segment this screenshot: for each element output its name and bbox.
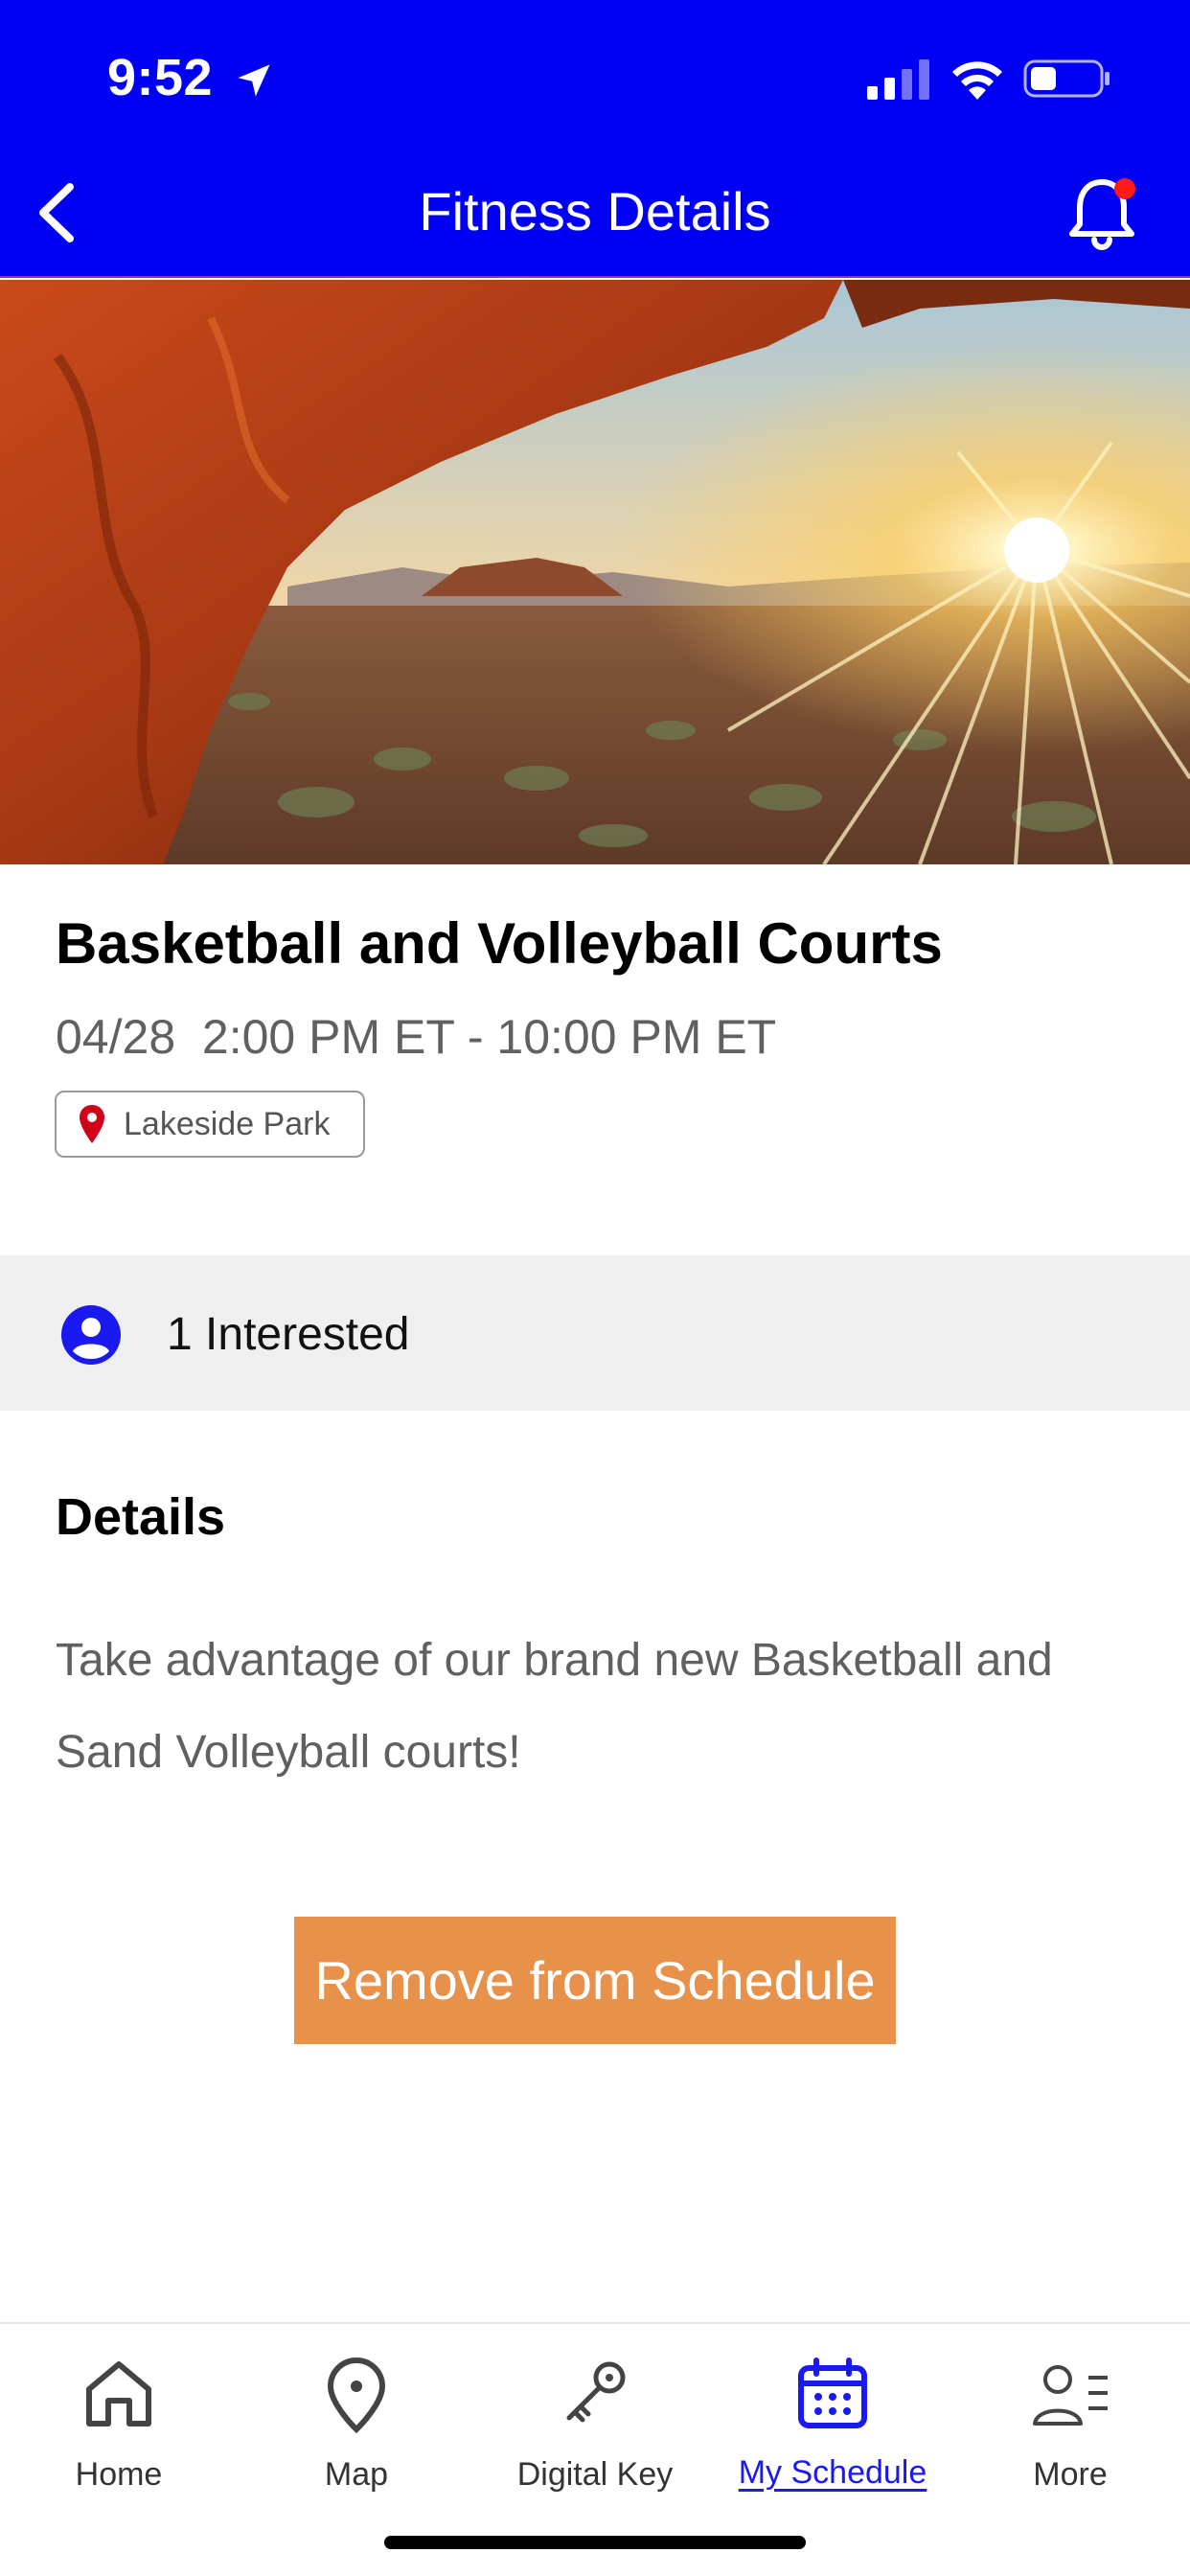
profile-menu-icon [1033, 2365, 1108, 2426]
location-label: Lakeside Park [124, 1105, 331, 1142]
location-chip[interactable]: Lakeside Park [55, 1091, 365, 1158]
tab-map[interactable]: Map [238, 2334, 475, 2506]
status-bar: 9:52 [0, 0, 1190, 153]
tab-map-label: Map [324, 2456, 389, 2493]
tab-my-schedule-label: My Schedule [738, 2454, 927, 2491]
tab-more[interactable]: More [951, 2334, 1189, 2506]
event-title: Basketball and Volleyball Courts [56, 911, 943, 976]
notifications-button[interactable] [1059, 171, 1145, 257]
battery-icon [1023, 59, 1110, 98]
map-pin-icon [327, 2357, 386, 2434]
details-description: Take advantage of our brand new Basketba… [56, 1635, 1053, 1778]
interested-section[interactable]: 1 Interested [0, 1255, 1190, 1411]
cellular-signal-icon [867, 59, 929, 100]
event-hero-image [0, 280, 1190, 864]
home-icon [86, 2361, 151, 2426]
person-circle-icon [61, 1305, 121, 1365]
event-datetime: 04/28 2:00 PM ET - 10:00 PM ET [56, 1010, 777, 1064]
interested-count: 1 Interested [167, 1309, 410, 1360]
status-time: 9:52 [107, 49, 214, 106]
tab-my-schedule[interactable]: My Schedule [714, 2334, 951, 2506]
details-heading: Details [56, 1488, 226, 1546]
key-icon [566, 2361, 626, 2423]
app-header: Fitness Details [0, 153, 1190, 278]
location-arrow-icon [238, 64, 270, 97]
tab-more-label: More [1033, 2456, 1108, 2493]
remove-from-schedule-button[interactable]: Remove from Schedule [294, 1917, 896, 2044]
calendar-icon [798, 2358, 867, 2428]
wifi-icon [952, 61, 1002, 100]
tab-digital-key-label: Digital Key [516, 2456, 674, 2493]
map-pin-icon [80, 1105, 104, 1143]
tab-home[interactable]: Home [0, 2334, 238, 2506]
page-title: Fitness Details [419, 181, 771, 242]
notification-badge [1114, 178, 1135, 199]
home-indicator [384, 2536, 806, 2549]
tab-home-label: Home [75, 2456, 163, 2493]
tab-digital-key[interactable]: Digital Key [476, 2334, 714, 2506]
